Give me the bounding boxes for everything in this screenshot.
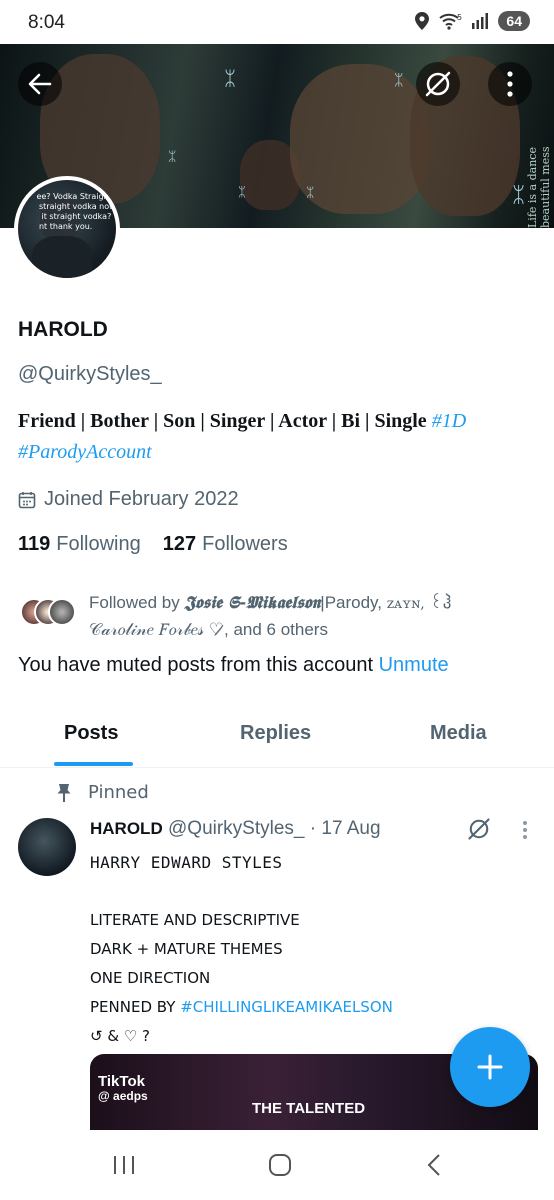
followers-count: 127 [162,533,197,555]
wifi-icon: 5 [439,13,462,30]
plus-icon [477,1054,503,1080]
location-icon [415,12,430,30]
more-vertical-icon [507,71,513,97]
following-label: Following [56,533,141,555]
battery-icon: 64 [498,11,530,31]
avatar-caption: ee? Vodka Straight? straight vodka not i… [36,192,116,231]
butterfly-icon: ᛯ [306,184,315,200]
calendar-icon [18,491,36,508]
system-nav-bar [0,1130,554,1200]
tiktok-watermark: TikTok @ aedps [98,1074,148,1104]
post-line: LITERATE AND DESCRIPTIVE [90,911,300,929]
followed-by-prefix: Followed by [89,593,180,612]
recents-button[interactable] [104,1150,144,1180]
tiktok-logo-text: TikTok [98,1073,145,1090]
status-icons: 5 64 [415,11,530,31]
pinned-text: Pinned [88,782,149,803]
profile-avatar[interactable]: ee? Vodka Straight? straight vodka not i… [14,176,120,282]
tab-media[interactable]: Media [430,722,487,745]
pinned-label: Pinned [56,782,149,803]
tab-replies[interactable]: Replies [240,722,311,745]
profile-handle: @QuirkyStyles_ [18,363,162,385]
muted-icon [425,71,451,97]
back-arrow-icon [28,73,52,95]
status-time: 8:04 [28,12,65,33]
followers-link[interactable]: 127 Followers [163,533,288,556]
post-line: PENNED BY #CHILLINGLIKEAMIKAELSON [90,993,530,1022]
follower-name-1-suffix: |Parody, [320,593,383,612]
back-icon [427,1154,440,1176]
butterfly-icon: ᛯ [224,68,236,90]
bio-hashtag-1d[interactable]: #1D [432,410,466,432]
post-avatar[interactable] [18,818,76,876]
status-bar: 8:04 5 64 [0,0,554,44]
followed-by-text: Followed by 𝕵𝖔𝖘𝖎𝖊 𝕾-𝕸𝖎𝖐𝖆𝖊𝖑𝖘𝖔𝖓|Parody, ᴢᴀ… [89,590,544,642]
muted-text: You have muted posts from this account [18,654,374,676]
post-author[interactable]: HAROLD [90,819,163,838]
post-line: ONE DIRECTION [90,969,211,987]
profile-tabs: Posts Replies Media [0,712,554,768]
svg-text:5: 5 [457,13,462,22]
follower-name-3: 𝒞𝒶𝓇𝑜𝓁𝒾𝓃𝑒 𝐹𝑜𝓇𝒷𝑒𝓈 ♡̷, [89,620,229,639]
butterfly-icon: ᛯ [512,182,526,207]
followers-you-know-avatars [20,598,80,628]
followed-by-others: and 6 others [233,620,328,639]
bio-text: Friend | Bother | Son | Singer | Actor |… [18,410,427,432]
following-link[interactable]: 119 Following [18,533,141,556]
following-count: 119 [18,533,51,555]
mini-avatar [48,598,76,626]
bio-hashtag-parody[interactable]: #ParodyAccount [18,441,152,463]
butterfly-icon: ᛯ [394,72,404,89]
home-button[interactable] [260,1150,300,1180]
post-header: HAROLD @QuirkyStyles_ · 17 Aug [90,818,381,840]
post-more-icon[interactable] [522,820,528,840]
tab-posts[interactable]: Posts [64,722,118,745]
post-body[interactable]: HARRY EDWARD STYLES LITERATE AND DESCRIP… [90,848,530,1051]
post-spacer [90,877,530,906]
back-button[interactable] [18,62,62,106]
muted-notice: You have muted posts from this account U… [18,654,449,677]
post-date[interactable]: · 17 Aug [310,818,381,839]
media-caption: THE TALENTED [252,1100,366,1117]
avatar-figure-body [32,236,92,278]
unmute-link[interactable]: Unmute [379,654,449,676]
butterfly-icon: ᛯ [238,184,246,199]
back-nav-button[interactable] [414,1150,454,1180]
joined-date: Joined February 2022 [18,488,239,511]
muted-indicator-button[interactable] [416,62,460,106]
pin-icon [57,783,71,802]
post-line: DARK + MATURE THEMES [90,940,283,958]
active-tab-indicator [54,762,133,766]
signal-icon [472,13,489,29]
recents-icon [114,1156,134,1174]
post-hashtag[interactable]: #CHILLINGLIKEAMIKAELSON [180,998,393,1016]
follower-name-2-suffix: ꒰ჰ [429,593,452,612]
tiktok-user: @ aedps [98,1089,148,1103]
follow-counts: 119 Following 127 Followers [18,533,288,556]
compose-post-button[interactable] [450,1027,530,1107]
post-title: HARRY EDWARD STYLES [90,853,283,872]
post-muted-icon[interactable] [466,816,492,842]
followers-label: Followers [202,533,288,555]
profile-name: HAROLD [18,318,108,341]
follower-name-2: ᴢᴀʏɴ, [386,596,425,612]
profile-bio: Friend | Bother | Son | Singer | Actor |… [18,406,538,468]
penned-by-text: PENNED BY [90,998,176,1016]
joined-text: Joined February 2022 [44,488,239,510]
more-options-button[interactable] [488,62,532,106]
post-handle[interactable]: @QuirkyStyles_ [168,818,305,839]
banner-watermark: Life is a dance beautiful mess [526,146,552,228]
home-icon [269,1154,291,1176]
follower-name-1: 𝕵𝖔𝖘𝖎𝖊 𝕾-𝕸𝖎𝖐𝖆𝖊𝖑𝖘𝖔𝖓 [184,593,321,613]
butterfly-icon: ᛯ [168,148,177,164]
